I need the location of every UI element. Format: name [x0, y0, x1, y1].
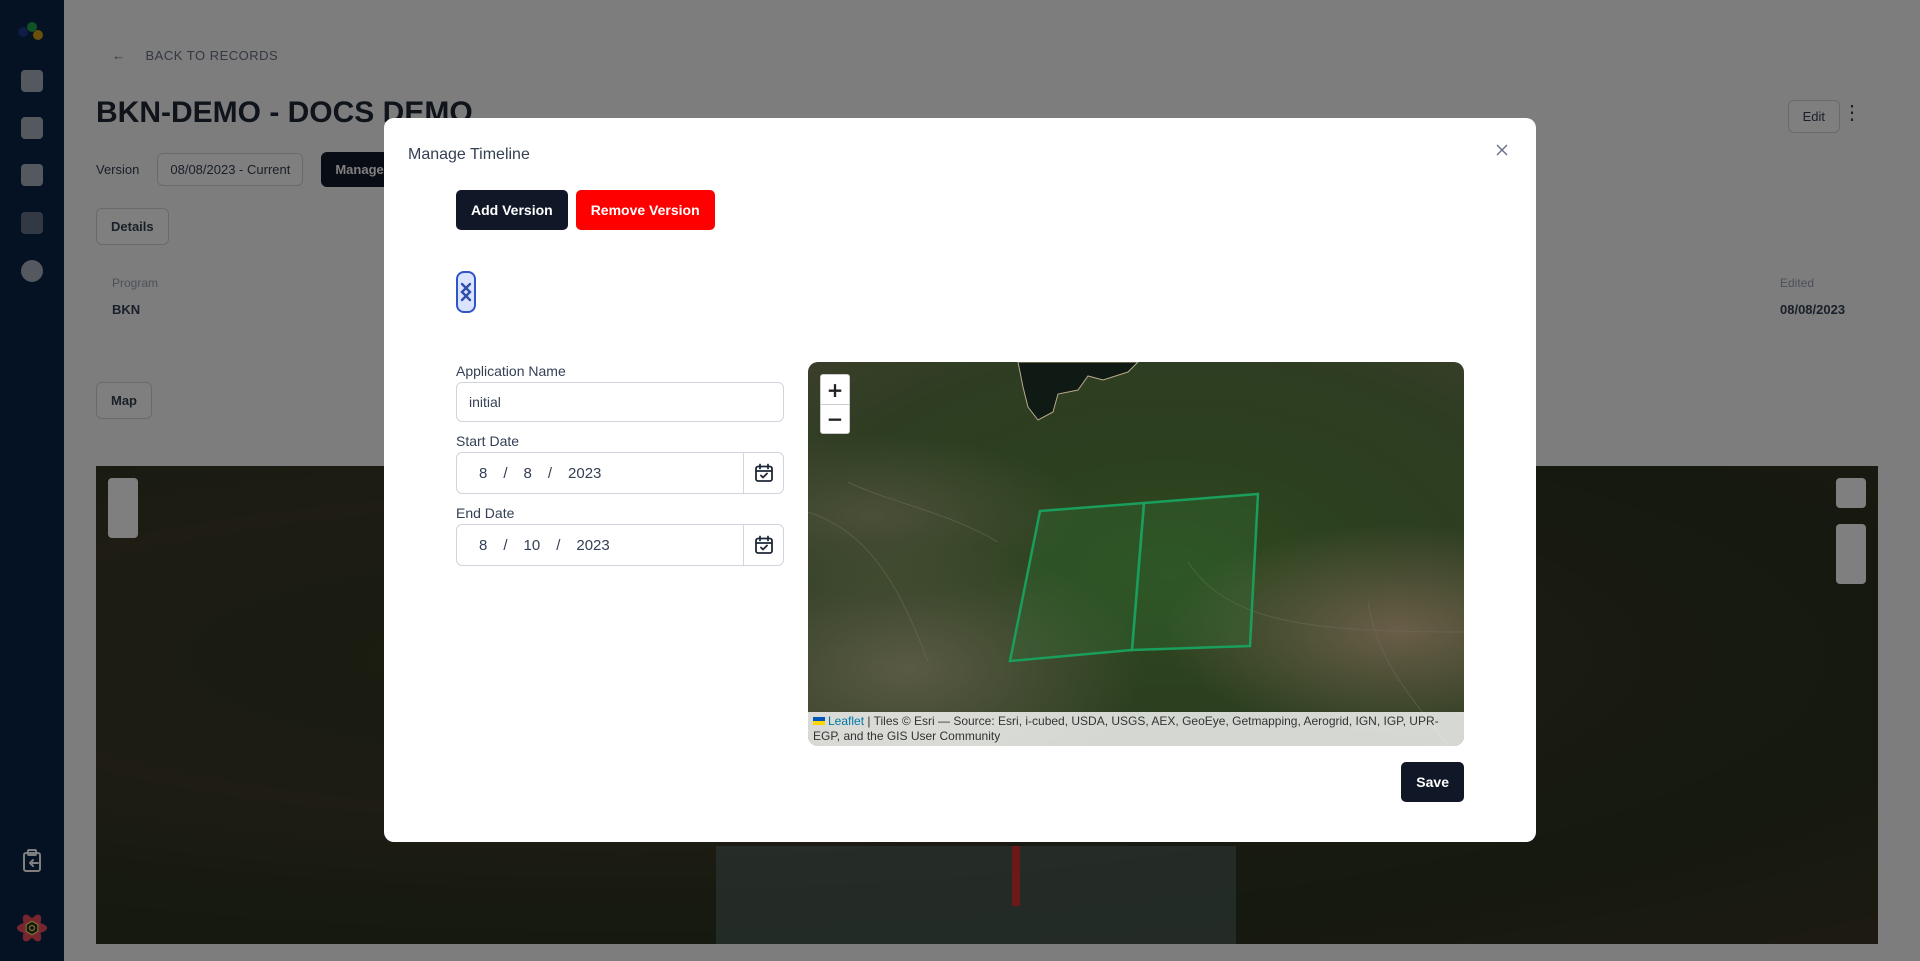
- calendar-check-icon: [754, 463, 773, 482]
- zoom-in-button[interactable]: +: [821, 375, 849, 404]
- end-date-field[interactable]: 8 / 10 / 2023: [456, 524, 784, 566]
- end-date-year[interactable]: 2023: [576, 537, 609, 554]
- end-date-label: End Date: [456, 505, 515, 521]
- map-attribution: Leaflet | Tiles © Esri — Source: Esri, i…: [808, 712, 1464, 746]
- save-button[interactable]: Save: [1401, 762, 1464, 802]
- start-date-year[interactable]: 2023: [568, 465, 601, 482]
- start-date-day[interactable]: 8: [524, 465, 532, 482]
- version-actions: Add Version Remove Version: [456, 190, 715, 230]
- drag-handle-icon: [460, 282, 472, 302]
- map-polygon-left[interactable]: [1008, 501, 1146, 663]
- application-name-input[interactable]: [456, 382, 784, 422]
- map-polygon-right[interactable]: [1130, 492, 1260, 652]
- manage-timeline-modal: Manage Timeline Add Version Remove Versi…: [384, 118, 1536, 842]
- end-date-calendar-button[interactable]: [743, 525, 783, 565]
- date-separator: /: [556, 536, 561, 554]
- application-name-label: Application Name: [456, 363, 566, 379]
- leaflet-link[interactable]: Leaflet: [828, 714, 864, 728]
- start-date-month[interactable]: 8: [479, 465, 487, 482]
- date-separator: /: [503, 536, 508, 554]
- start-date-calendar-button[interactable]: [743, 453, 783, 493]
- date-separator: /: [547, 464, 553, 482]
- ukraine-flag-icon: [813, 717, 825, 725]
- date-separator: /: [503, 464, 508, 482]
- zoom-out-button[interactable]: −: [821, 404, 849, 433]
- version-map[interactable]: + − Leaflet | Tiles © Esri — Source: Esr…: [808, 362, 1464, 746]
- version-form: Application Name Start Date 8 / 8 / 2023…: [456, 360, 784, 574]
- end-date-month[interactable]: 8: [479, 537, 487, 554]
- close-icon[interactable]: [1492, 140, 1512, 160]
- modal-title: Manage Timeline: [408, 146, 530, 163]
- remove-version-button[interactable]: Remove Version: [575, 190, 715, 230]
- start-date-field[interactable]: 8 / 8 / 2023: [456, 452, 784, 494]
- calendar-check-icon: [754, 535, 773, 554]
- map-zoom-control: + −: [820, 374, 850, 434]
- end-date-day[interactable]: 10: [524, 537, 541, 554]
- start-date-label: Start Date: [456, 433, 520, 449]
- timeline-slider-handle[interactable]: [456, 271, 476, 313]
- add-version-button[interactable]: Add Version: [456, 190, 568, 230]
- attribution-text: | Tiles © Esri — Source: Esri, i-cubed, …: [813, 714, 1439, 743]
